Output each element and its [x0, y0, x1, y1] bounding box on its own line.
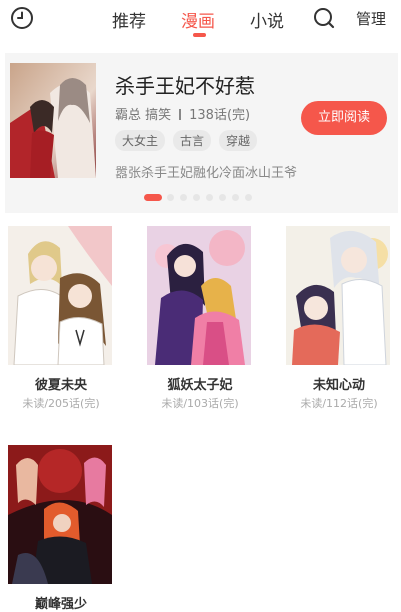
search-icon[interactable] — [313, 7, 335, 29]
book-progress: 未读/112话(完) — [300, 397, 378, 410]
carousel-dot — [206, 194, 213, 201]
book-cover-image[interactable] — [147, 226, 251, 365]
carousel-dot — [219, 194, 226, 201]
carousel-dot — [232, 194, 239, 201]
book-title: 彼夏未央 — [34, 378, 87, 393]
tab-comics[interactable]: 漫画 — [181, 7, 215, 32]
meta-divider — [179, 109, 182, 120]
tag: 大女主 — [115, 130, 166, 151]
tab-recommend[interactable]: 推荐 — [112, 7, 146, 32]
top-navigation: 推荐 漫画 小说 管理 — [0, 0, 401, 44]
featured-title: 杀手王妃不好惹 — [115, 74, 255, 98]
featured-chapters: 138话(完) — [189, 108, 251, 123]
carousel-dot — [245, 194, 252, 201]
carousel-dot — [180, 194, 187, 201]
tab-novels[interactable]: 小说 — [250, 7, 284, 32]
book-title: 狐妖太子妃 — [167, 378, 233, 393]
carousel-dot — [193, 194, 200, 201]
featured-genres: 霸总 搞笑 — [115, 108, 172, 123]
book-cover-image[interactable] — [286, 226, 390, 365]
tag: 古言 — [173, 130, 212, 151]
carousel-dot — [167, 194, 174, 201]
featured-meta: 霸总 搞笑 138话(完) — [115, 104, 250, 123]
clock-icon[interactable] — [10, 6, 34, 30]
featured-tags: 大女主 古言 穿越 — [115, 130, 265, 151]
book-card[interactable]: 未知心动 未读/112话(完) — [286, 226, 392, 411]
book-cover-image[interactable] — [8, 226, 112, 365]
book-cover-image[interactable] — [8, 445, 112, 584]
book-card[interactable]: 彼夏未央 未读/205话(完) — [8, 226, 114, 411]
book-progress: 未读/205话(完) — [22, 397, 100, 410]
book-card[interactable]: 巅峰强少 — [8, 445, 114, 612]
book-title: 未知心动 — [312, 378, 365, 393]
featured-description: 嚣张杀手王妃融化冷面冰山王爷 — [115, 166, 298, 181]
manage-button[interactable]: 管理 — [356, 8, 386, 29]
active-tab-indicator — [193, 33, 206, 37]
featured-banner[interactable]: 杀手王妃不好惹 霸总 搞笑 138话(完) 大女主 古言 穿越 立即阅读 嚣张杀手王妃… — [5, 53, 398, 213]
carousel-dot-active — [144, 194, 162, 201]
book-title: 巅峰强少 — [34, 597, 87, 612]
book-card[interactable]: 狐妖太子妃 未读/103话(完) — [147, 226, 253, 411]
book-progress: 未读/103话(完) — [161, 397, 239, 410]
featured-cover-image[interactable] — [10, 63, 96, 178]
read-now-button[interactable]: 立即阅读 — [301, 101, 387, 135]
tag: 穿越 — [219, 130, 258, 151]
